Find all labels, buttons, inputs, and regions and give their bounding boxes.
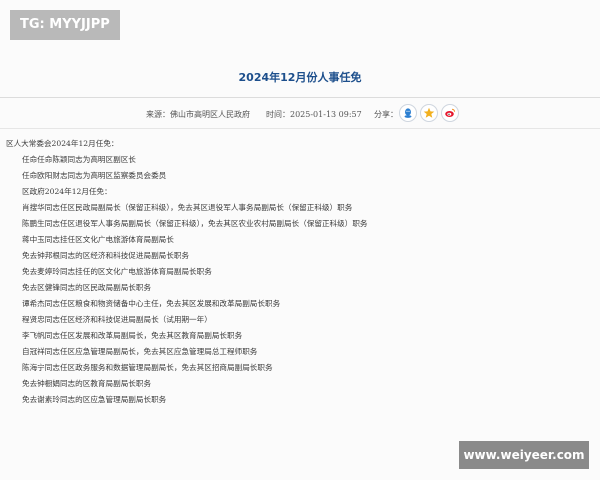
appointment-line: 免去谢素玲同志的区应急管理局副局长职务	[22, 395, 167, 404]
article-time: 时间：2025-01-13 09:57	[266, 110, 362, 119]
appointment-line: 免去钟橱娟同志的区教育局副局长职务	[22, 379, 152, 388]
appointment-line: 谭希杰同志任区粮食和物资储备中心主任，免去其区发展和改革局副局长职务	[22, 299, 281, 308]
qq-icon[interactable]	[399, 104, 417, 122]
qzone-star-icon[interactable]	[420, 104, 438, 122]
article-source: 来源：佛山市高明区人民政府	[146, 110, 250, 119]
appointment-line: 蒋中玉同志挂任区文化广电旅游体育局副局长	[22, 235, 174, 244]
section-heading-government: 区政府2024年12月任免：	[22, 187, 112, 196]
watermark-top: TG: MYYJJPP	[10, 10, 120, 40]
article-title: 2024年12月份人事任免	[238, 71, 362, 84]
watermark-bottom: www.weiyeer.com	[459, 441, 589, 469]
meta-divider	[0, 128, 600, 129]
appointment-line: 程贤忠同志任区经济和科技促进局副局长（试用期一年）	[22, 315, 212, 324]
appointment-line: 陈海宁同志任区政务服务和数据管理局副局长，免去其区招商局副局长职务	[22, 363, 273, 372]
article-meta: 来源：佛山市高明区人民政府 时间：2025-01-13 09:57 分享：	[0, 104, 600, 124]
weibo-icon[interactable]	[441, 104, 459, 122]
appointment-line: 免去钟邦根同志的区经济和科技促进局副局长职务	[22, 251, 190, 260]
appointment-line: 任命任命陈颖同志为高明区副区长	[22, 155, 136, 164]
appointment-line: 免去麦婷玲同志挂任的区文化广电旅游体育局副局长职务	[22, 267, 212, 276]
section-heading-congress: 区人大常委会2024年12月任免：	[6, 139, 119, 148]
appointment-line: 自冠祥同志任区应急管理局副局长，免去其区应急管理局总工程师职务	[22, 347, 258, 356]
appointment-line: 肖搜华同志任区民政局副局长（保留正科级），免去其区退役军人事务局副局长（保留正科…	[22, 203, 353, 212]
appointment-line: 任命欧阳财志同志为高明区监察委员会委员	[22, 171, 167, 180]
appointment-line: 陈鹏生同志任区退役军人事务局副局长（保留正科级），免去其区农业农村局副局长（保留…	[22, 219, 368, 228]
title-divider	[0, 97, 600, 98]
appointment-line: 李飞帆同志任区发展和改革局副局长，免去其区教育局副局长职务	[22, 331, 243, 340]
share-label: 分享：	[374, 110, 398, 119]
appointment-line: 免去区健锋同志的区民政局副局长职务	[22, 283, 152, 292]
